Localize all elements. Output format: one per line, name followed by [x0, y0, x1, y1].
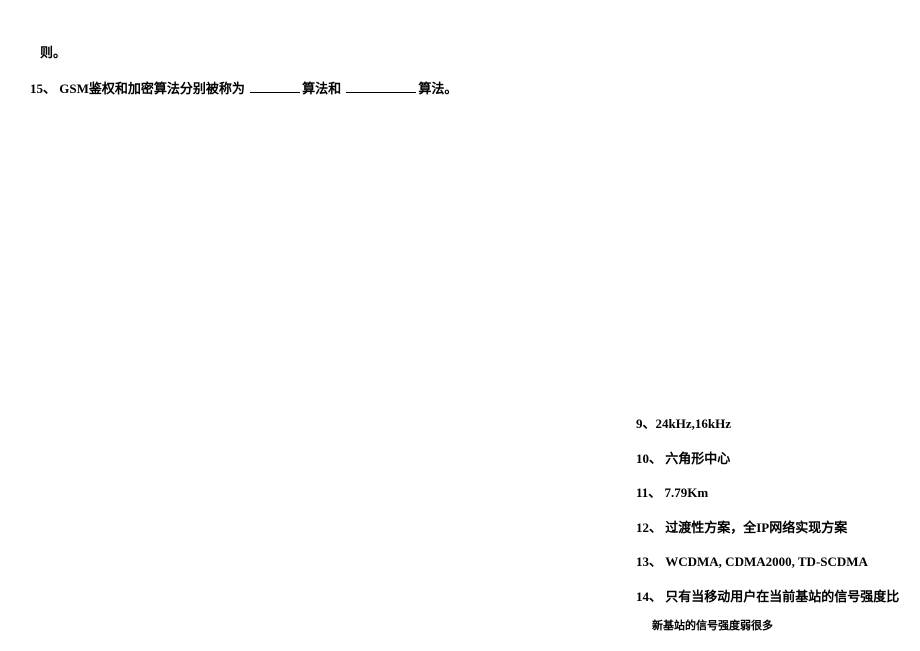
q15-mid: 算法和	[302, 81, 344, 96]
answer-10: 10、 六角形中心	[636, 449, 900, 469]
answers-area: 9、24kHz,16kHz 10、 六角形中心 11、 7.79Km 12、 过…	[636, 414, 900, 633]
q15-blank-1	[250, 80, 300, 93]
q15-suffix: 算法。	[418, 81, 457, 96]
q15-blank-2	[346, 80, 416, 93]
top-question-area: 则。 15、 GSM鉴权和加密算法分别被称为 算法和 算法。	[30, 42, 890, 100]
answer-14-continuation: 新基站的信号强度弱很多	[652, 617, 900, 633]
answer-12: 12、 过渡性方案，全IP网络实现方案	[636, 518, 900, 538]
answer-13: 13、 WCDMA, CDMA2000, TD-SCDMA	[636, 552, 900, 572]
answer-11: 11、 7.79Km	[636, 483, 900, 503]
answer-14: 14、 只有当移动用户在当前基站的信号强度比	[636, 587, 900, 607]
answer-9: 9、24kHz,16kHz	[636, 414, 900, 434]
previous-line-fragment: 则。	[40, 42, 890, 61]
question-15: 15、 GSM鉴权和加密算法分别被称为 算法和 算法。	[30, 79, 890, 100]
q15-prefix: 15、 GSM鉴权和加密算法分别被称为	[30, 81, 248, 96]
